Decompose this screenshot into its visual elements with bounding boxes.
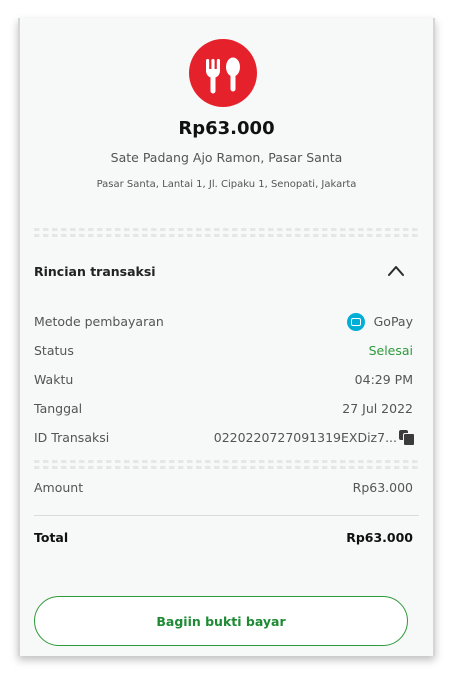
share-receipt-button[interactable]: Bagiin bukti bayar	[34, 596, 408, 646]
detail-label: ID Transaksi	[34, 430, 110, 445]
status-value: Selesai	[368, 343, 413, 358]
detail-label: Tanggal	[34, 401, 83, 416]
total-value: Rp63.000	[346, 530, 413, 545]
transaction-id-value: 0220220727091319EXDiz7...	[213, 430, 415, 446]
detail-label: Metode pembayaran	[34, 314, 164, 329]
total-row: Total Rp63.000	[34, 530, 413, 548]
detail-row-payment-method: Metode pembayaran GoPay	[34, 313, 413, 332]
dashed-separator	[34, 460, 419, 463]
merchant-address: Pasar Santa, Lantai 1, Jl. Cipaku 1, Sen…	[96, 179, 357, 190]
detail-label: Status	[34, 343, 74, 358]
dashed-separator	[34, 466, 419, 469]
receipt-screen: Rp63.000 Sate Padang Ajo Ramon, Pasar Sa…	[18, 18, 435, 656]
amount-label: Amount	[34, 480, 84, 495]
transaction-id-text: 0220220727091319EXDiz7...	[213, 430, 397, 445]
detail-row-date: Tanggal 27 Jul 2022	[34, 401, 413, 419]
dashed-separator	[34, 228, 419, 231]
receipt-amount: Rp63.000	[178, 118, 275, 139]
detail-label: Waktu	[34, 372, 74, 387]
detail-row-status: Status Selesai	[34, 343, 413, 361]
amount-row: Amount Rp63.000	[34, 480, 413, 498]
merchant-logo	[189, 39, 257, 107]
gopay-icon	[347, 313, 365, 331]
total-label: Total	[34, 530, 69, 545]
detail-row-transaction-id: ID Transaksi 0220220727091319EXDiz7...	[34, 430, 415, 448]
detail-value: 27 Jul 2022	[342, 401, 413, 416]
merchant-name: Sate Padang Ajo Ramon, Pasar Santa	[110, 150, 343, 165]
detail-row-time: Waktu 04:29 PM	[34, 372, 413, 390]
dashed-separator	[34, 234, 419, 237]
amount-value: Rp63.000	[352, 480, 413, 495]
detail-value: 04:29 PM	[354, 372, 413, 387]
details-title: Rincian transaksi	[34, 264, 156, 279]
detail-value: GoPay	[373, 314, 413, 329]
copy-icon[interactable]	[399, 430, 415, 446]
divider	[34, 515, 419, 516]
fork-spoon-icon	[206, 57, 240, 94]
chevron-up-icon[interactable]	[386, 262, 406, 278]
